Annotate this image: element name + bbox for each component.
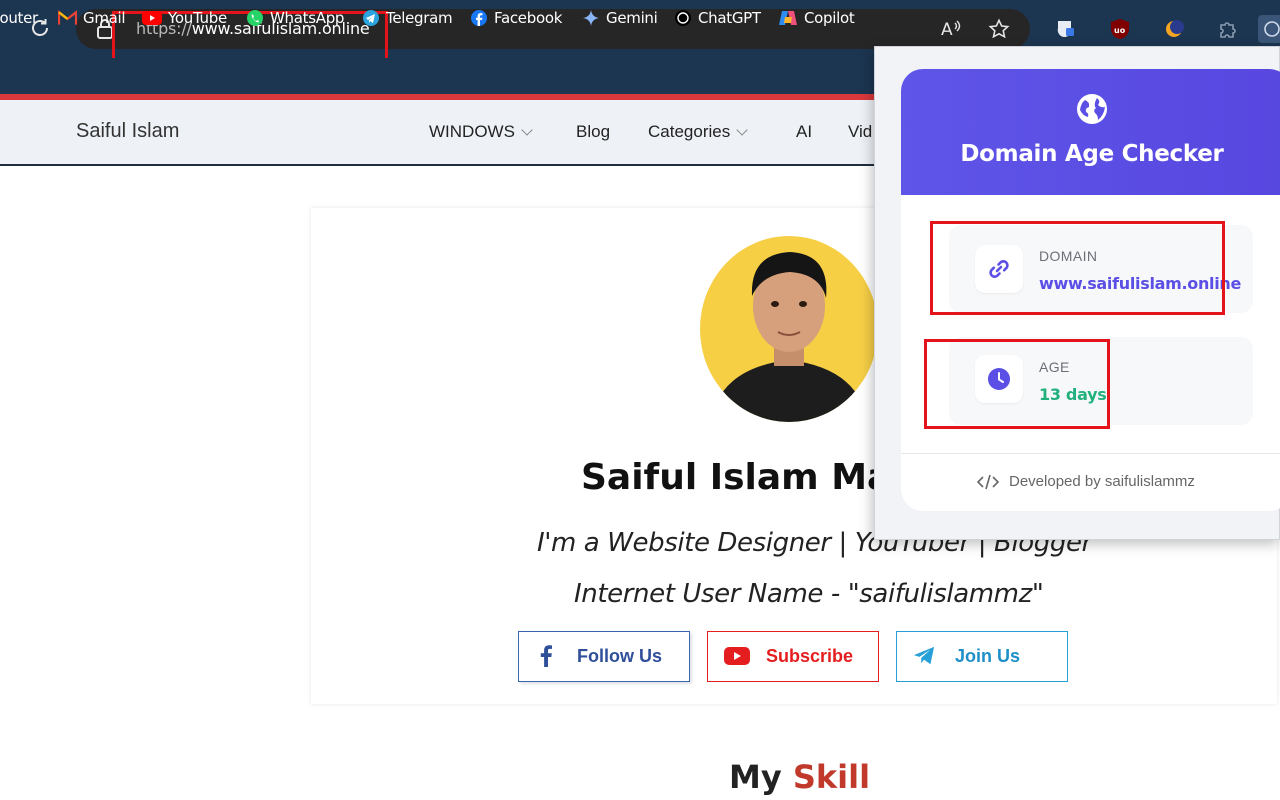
skill-section-title: My Skill	[729, 758, 870, 796]
extension-moon-button[interactable]	[1160, 15, 1188, 43]
nav-label: Blog	[576, 122, 611, 141]
code-icon	[977, 474, 999, 489]
favorite-button[interactable]	[986, 16, 1012, 42]
domain-age-extension-button[interactable]	[1258, 15, 1280, 43]
bookmark-router[interactable]: Router	[0, 7, 38, 29]
youtube-icon	[142, 11, 162, 25]
age-highlight-box	[924, 339, 1110, 429]
developer-credit: Developed by saifulislammz	[1009, 473, 1195, 490]
nav-label: WINDOWS	[429, 122, 515, 141]
read-aloud-button[interactable]: A	[938, 16, 964, 42]
extension-ublock-button[interactable]: uo	[1106, 15, 1134, 43]
nav-label: AI	[796, 122, 813, 141]
bookmark-label: Copilot	[804, 9, 855, 27]
profile-name: Saiful Islam Maz	[581, 457, 913, 498]
nav-label: Vid	[848, 122, 873, 141]
bookmark-label: Gemini	[606, 9, 658, 27]
follow-us-label: Follow Us	[577, 646, 662, 666]
bookmark-label: Telegram	[386, 9, 453, 27]
bookmark-whatsapp[interactable]: WhatsApp	[246, 7, 344, 29]
site-logo[interactable]: Saiful Islam	[76, 120, 179, 143]
bookmark-copilot[interactable]: Copilot	[778, 7, 855, 29]
telegram-icon	[363, 10, 379, 26]
svg-text:A: A	[941, 20, 953, 40]
bookmark-youtube[interactable]: YouTube	[142, 7, 227, 29]
popup-header: Domain Age Checker	[901, 69, 1280, 195]
gmail-icon	[58, 10, 77, 25]
popup-title: Domain Age Checker	[960, 141, 1224, 167]
whatsapp-icon	[247, 10, 263, 26]
facebook-icon	[471, 10, 487, 26]
subscribe-label: Subscribe	[766, 646, 854, 666]
nav-categories[interactable]: Categories	[648, 122, 748, 142]
bookmark-facebook[interactable]: Facebook	[470, 7, 562, 29]
follow-us-button[interactable]: Follow Us	[518, 631, 690, 682]
extension-shield-button[interactable]	[1052, 15, 1080, 43]
skill-highlight: Skill	[792, 758, 871, 796]
bookmark-chatgpt[interactable]: ChatGPT	[674, 7, 761, 29]
join-us-button[interactable]: Join Us	[896, 631, 1068, 682]
svg-text:uo: uo	[1114, 26, 1126, 35]
bookmark-telegram[interactable]: Telegram	[362, 7, 453, 29]
bookmark-label: Facebook	[494, 9, 563, 27]
bookmark-label: WhatsApp	[270, 9, 345, 27]
nav-label: Categories	[648, 122, 731, 141]
popup-divider	[901, 453, 1280, 454]
skill-prefix: My	[729, 758, 782, 796]
telegram-icon	[913, 645, 935, 667]
subscribe-button[interactable]: Subscribe	[707, 631, 879, 682]
bookmark-label: YouTube	[168, 9, 227, 27]
shield-extension-icon	[1057, 21, 1074, 37]
moon-extension-icon	[1166, 20, 1184, 37]
facebook-icon	[535, 645, 557, 667]
chatgpt-icon	[675, 10, 691, 26]
profile-username: Internet User Name - "saifulislammz"	[574, 579, 1044, 609]
bookmark-label: ChatGPT	[698, 9, 761, 27]
globe-extension-icon	[1264, 21, 1280, 37]
star-icon	[988, 18, 1010, 39]
puzzle-icon	[1220, 22, 1236, 38]
globe-icon	[1077, 94, 1107, 124]
chevron-down-icon	[521, 123, 533, 136]
nav-videos[interactable]: Vid	[848, 122, 872, 142]
bookmark-label: Router	[0, 9, 38, 27]
extensions-menu-button[interactable]	[1214, 15, 1242, 43]
domain-highlight-box	[930, 221, 1225, 315]
nav-blog[interactable]: Blog	[576, 122, 610, 142]
nav-windows[interactable]: WINDOWS	[429, 122, 533, 142]
nav-ai[interactable]: AI	[796, 122, 812, 142]
gemini-icon	[583, 10, 599, 26]
avatar	[700, 236, 878, 422]
popup-footer: Developed by saifulislammz	[977, 473, 1195, 490]
ublock-icon: uo	[1111, 19, 1129, 39]
join-us-label: Join Us	[955, 646, 1021, 666]
bookmark-gemini[interactable]: Gemini	[582, 7, 658, 29]
read-aloud-icon: A	[941, 20, 961, 40]
youtube-icon	[724, 645, 750, 667]
bookmark-label: Gmail	[83, 9, 126, 27]
bookmark-gmail[interactable]: Gmail	[58, 7, 126, 29]
chevron-down-icon	[736, 123, 748, 136]
copilot-icon	[779, 11, 797, 25]
profile-photo	[710, 252, 868, 422]
